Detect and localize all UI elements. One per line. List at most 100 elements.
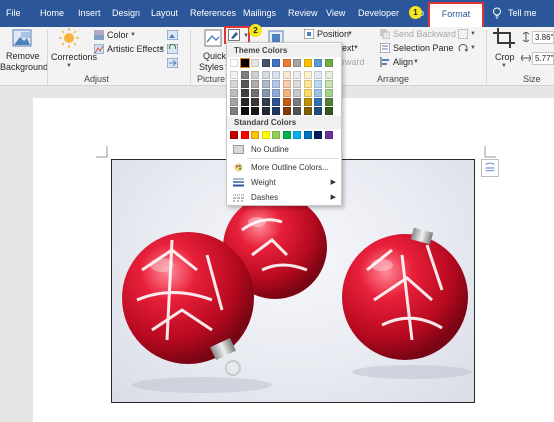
selection-pane-button[interactable]: Selection Pane: [393, 43, 454, 53]
theme-color-shade-swatch[interactable]: [324, 107, 333, 115]
theme-color-shade-swatch[interactable]: [261, 71, 270, 79]
theme-color-shade-swatch[interactable]: [240, 71, 249, 79]
theme-color-shade-swatch[interactable]: [314, 107, 322, 115]
theme-color-shade-swatch[interactable]: [293, 71, 301, 79]
theme-color-shade-swatch[interactable]: [303, 98, 312, 106]
theme-color-shade-swatch[interactable]: [324, 80, 333, 88]
theme-color-shade-swatch[interactable]: [303, 71, 312, 79]
theme-color-shade-swatch[interactable]: [293, 98, 301, 106]
theme-color-shade-swatch[interactable]: [324, 71, 333, 79]
tab-references[interactable]: References: [190, 0, 236, 27]
theme-color-shade-swatch[interactable]: [251, 71, 259, 79]
theme-color-shade-swatch[interactable]: [261, 98, 270, 106]
standard-color-swatch[interactable]: [293, 131, 301, 139]
artistic-effects-button[interactable]: Artistic Effects: [107, 44, 164, 54]
theme-color-shade-swatch[interactable]: [303, 107, 312, 115]
theme-color-swatch[interactable]: [303, 59, 312, 67]
theme-color-shade-swatch[interactable]: [282, 98, 291, 106]
tab-review[interactable]: Review: [288, 0, 318, 27]
theme-color-shade-swatch[interactable]: [261, 80, 270, 88]
theme-color-shade-swatch[interactable]: [314, 80, 322, 88]
theme-color-swatch[interactable]: [282, 59, 291, 67]
theme-color-shade-swatch[interactable]: [293, 89, 301, 97]
theme-color-shade-swatch[interactable]: [240, 80, 249, 88]
theme-color-shade-swatch[interactable]: [314, 89, 322, 97]
theme-color-swatch[interactable]: [324, 59, 333, 67]
theme-color-shade-swatch[interactable]: [282, 71, 291, 79]
theme-color-shade-swatch[interactable]: [272, 89, 280, 97]
send-backward-button[interactable]: Send Backward: [393, 29, 456, 39]
theme-color-shade-swatch[interactable]: [230, 89, 238, 97]
theme-color-shade-swatch[interactable]: [230, 107, 238, 115]
theme-color-shade-swatch[interactable]: [230, 71, 238, 79]
theme-color-shade-swatch[interactable]: [303, 89, 312, 97]
theme-color-shade-swatch[interactable]: [272, 107, 280, 115]
theme-color-shade-swatch[interactable]: [282, 107, 291, 115]
theme-color-shade-swatch[interactable]: [230, 98, 238, 106]
theme-color-shade-swatch[interactable]: [240, 89, 249, 97]
theme-color-swatch[interactable]: [261, 59, 270, 67]
theme-color-shade-swatch[interactable]: [240, 107, 249, 115]
tab-layout[interactable]: Layout: [151, 0, 178, 27]
standard-color-swatch[interactable]: [251, 131, 259, 139]
bring-forward-button[interactable]: rward: [342, 57, 365, 67]
shape-width-field[interactable]: 5.77": [532, 52, 554, 65]
theme-color-swatch[interactable]: [272, 59, 280, 67]
no-outline-item[interactable]: No Outline: [231, 142, 339, 157]
quick-styles-label-1[interactable]: Quick: [203, 51, 226, 61]
weight-item[interactable]: Weight ▶: [231, 175, 339, 190]
theme-color-shade-swatch[interactable]: [282, 89, 291, 97]
tab-mailings[interactable]: Mailings: [243, 0, 276, 27]
theme-color-shade-swatch[interactable]: [293, 80, 301, 88]
standard-color-swatch[interactable]: [240, 131, 249, 139]
theme-color-shade-swatch[interactable]: [261, 89, 270, 97]
theme-color-shade-swatch[interactable]: [293, 107, 301, 115]
tab-file[interactable]: File: [6, 0, 21, 27]
theme-color-shade-swatch[interactable]: [272, 98, 280, 106]
theme-color-shade-swatch[interactable]: [272, 80, 280, 88]
dashes-item[interactable]: Dashes ▶: [231, 190, 339, 205]
shape-height-field[interactable]: 3.86": [532, 31, 554, 44]
standard-color-swatch[interactable]: [324, 131, 333, 139]
theme-color-shade-swatch[interactable]: [314, 71, 322, 79]
tab-view[interactable]: View: [326, 0, 345, 27]
theme-color-shade-swatch[interactable]: [324, 89, 333, 97]
align-button[interactable]: Align: [393, 57, 413, 67]
theme-color-swatch[interactable]: [293, 59, 301, 67]
theme-color-shade-swatch[interactable]: [230, 80, 238, 88]
tab-home[interactable]: Home: [40, 0, 64, 27]
theme-color-shade-swatch[interactable]: [272, 71, 280, 79]
theme-color-shade-swatch[interactable]: [251, 98, 259, 106]
position-button[interactable]: Position: [317, 29, 349, 39]
theme-color-shade-swatch[interactable]: [314, 98, 322, 106]
remove-background-label-1[interactable]: Remove: [6, 51, 40, 61]
theme-color-shade-swatch[interactable]: [251, 80, 259, 88]
theme-color-shade-swatch[interactable]: [324, 98, 333, 106]
standard-color-swatch[interactable]: [230, 131, 238, 139]
theme-color-shade-swatch[interactable]: [251, 89, 259, 97]
standard-color-swatch[interactable]: [282, 131, 291, 139]
color-button[interactable]: Color: [107, 30, 129, 40]
standard-color-swatch[interactable]: [303, 131, 312, 139]
theme-color-shade-swatch[interactable]: [240, 98, 249, 106]
theme-color-shade-swatch[interactable]: [251, 107, 259, 115]
tab-insert[interactable]: Insert: [78, 0, 101, 27]
theme-color-swatch[interactable]: [230, 59, 238, 67]
theme-color-swatch[interactable]: [314, 59, 322, 67]
standard-color-swatch[interactable]: [272, 131, 280, 139]
standard-color-swatch[interactable]: [261, 131, 270, 139]
crop-button[interactable]: Crop: [495, 52, 515, 62]
corrections-button[interactable]: Corrections: [51, 52, 97, 62]
theme-color-shade-swatch[interactable]: [303, 80, 312, 88]
standard-color-swatch[interactable]: [314, 131, 322, 139]
tab-design[interactable]: Design: [112, 0, 140, 27]
theme-color-swatch[interactable]: [251, 59, 259, 67]
more-outline-colors-item[interactable]: More Outline Colors...: [231, 160, 339, 175]
remove-background-label-2[interactable]: Background: [0, 62, 48, 72]
theme-color-shade-swatch[interactable]: [261, 107, 270, 115]
quick-styles-label-2[interactable]: Styles: [199, 62, 224, 72]
layout-options-icon[interactable]: [481, 159, 499, 177]
tell-me-search[interactable]: Tell me: [508, 0, 537, 27]
theme-color-shade-swatch[interactable]: [282, 80, 291, 88]
tab-developer[interactable]: Developer: [358, 0, 399, 27]
